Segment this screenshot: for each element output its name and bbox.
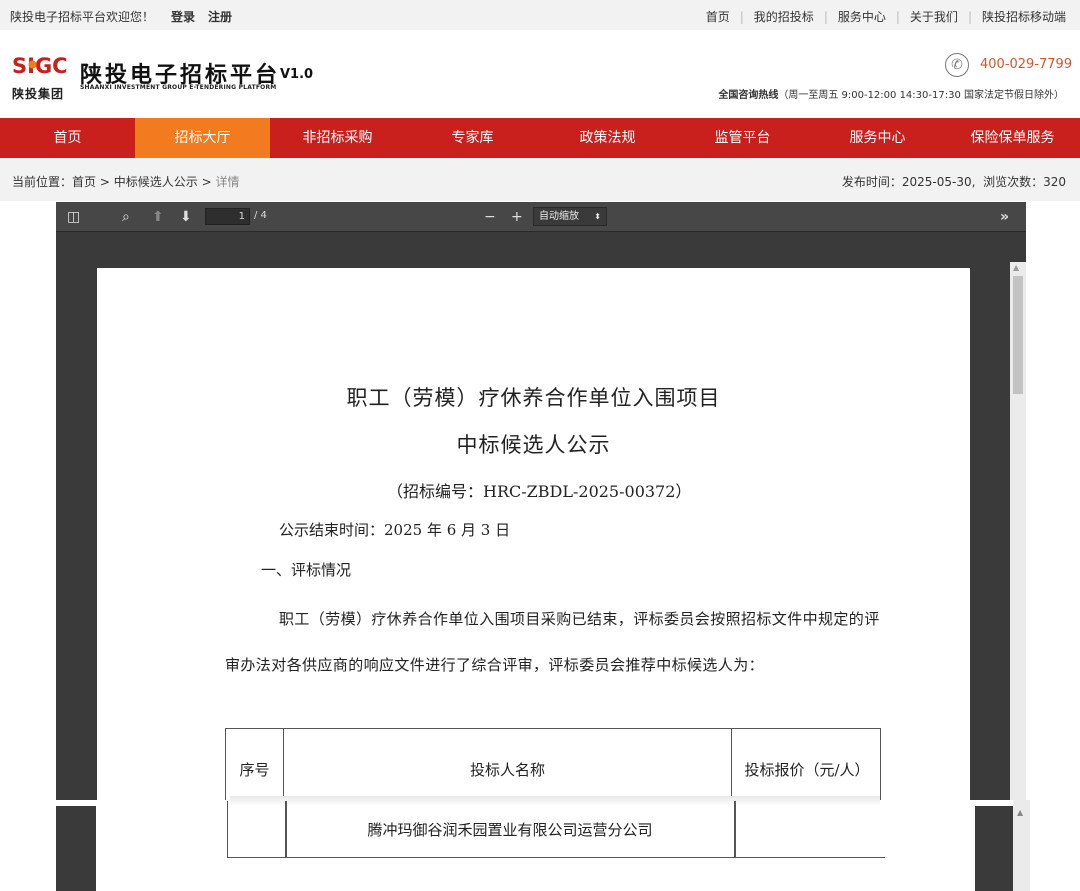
logo-dot	[28, 60, 37, 69]
publish-info: 发布时间：2025-05-30, 浏览次数：320	[842, 173, 1066, 190]
top-link-about[interactable]: 关于我们	[900, 8, 968, 25]
tools-menu-icon[interactable]: »	[1000, 208, 1009, 226]
scrollbar-thumb[interactable]	[1013, 276, 1023, 394]
top-right-links: 首页 | 我的招投标 | 服务中心 | 关于我们 | 陕投招标移动端	[696, 8, 1066, 25]
prev-page-icon[interactable]: ⬆	[152, 208, 164, 226]
breadcrumb-section[interactable]: 中标候选人公示	[114, 175, 198, 189]
top-link-home[interactable]: 首页	[696, 8, 740, 25]
next-page-icon[interactable]: ⬇	[180, 208, 192, 226]
sidebar-toggle-icon[interactable]: ◫	[67, 208, 80, 226]
tender-code: （招标编号：HRC-ZBDL-2025-00372）	[387, 482, 692, 501]
viewer-edge-right	[975, 806, 1013, 891]
top-link-my-bids[interactable]: 我的招投标	[744, 8, 824, 25]
nav-item-service[interactable]: 服务中心	[810, 118, 945, 158]
pdf-toolbar: ◫ ⌕ ⬆ ⬇ 1 / 4 − + 自动缩放 ⬍ »	[56, 202, 1026, 232]
zoom-value: 自动缩放	[539, 211, 579, 222]
nav-item-supervision[interactable]: 监管平台	[675, 118, 810, 158]
breadcrumb-sep: >	[201, 175, 212, 189]
top-utility-bar: 陕投电子招标平台欢迎您！ 登录 注册 首页 | 我的招投标 | 服务中心 | 关…	[0, 0, 1080, 30]
pdf-page: 职工（劳模）疗休养合作单位入围项目 中标候选人公示 （招标编号：HRC-ZBDL…	[97, 268, 970, 809]
welcome-text: 陕投电子招标平台欢迎您！	[10, 10, 155, 24]
hotline-hours: （周一至周五 9:00-12:00 14:30-17:30 国家法定节假日除外）	[778, 90, 1064, 101]
scroll-up-icon[interactable]: ▲	[1017, 808, 1023, 817]
platform-title-en: SHAANXI INVESTMENT GROUP E-TENDERING PLA…	[80, 84, 277, 91]
phone-icon: ✆	[945, 53, 969, 77]
top-link-mobile[interactable]: 陕投招标移动端	[972, 8, 1066, 25]
nav-item-non-bidding[interactable]: 非招标采购	[270, 118, 405, 158]
hotline-number: 400-029-7799	[980, 57, 1073, 72]
select-caret-icon: ⬍	[594, 212, 601, 221]
table-cell-index	[227, 801, 286, 858]
pdf-viewer: ◫ ⌕ ⬆ ⬇ 1 / 4 − + 自动缩放 ⬍ » 职工（劳模）疗休养合作单位入…	[56, 202, 1026, 891]
scroll-up-icon[interactable]: ▲	[1013, 263, 1019, 272]
logo-mark-text: SIGC	[12, 54, 68, 78]
section-heading: 一、评标情况	[261, 561, 352, 579]
doc-title-line1: 职工（劳模）疗休养合作单位入围项目	[346, 386, 721, 410]
logo-group-name: 陕投集团	[12, 87, 65, 101]
platform-version: V1.0	[280, 67, 314, 82]
nav-item-experts[interactable]: 专家库	[405, 118, 540, 158]
viewer-edge-left	[56, 806, 96, 891]
zoom-select[interactable]: 自动缩放 ⬍	[533, 207, 607, 226]
pdf-scrollbar[interactable]: ▲	[1010, 262, 1026, 802]
search-icon[interactable]: ⌕	[122, 208, 130, 226]
publish-time: 发布时间：2025-05-30,	[841, 175, 976, 189]
hotline-label: 全国咨询热线	[718, 90, 779, 101]
doc-title-line2: 中标候选人公示	[456, 433, 611, 457]
hotline-info: 全国咨询热线（周一至周五 9:00-12:00 14:30-17:30 国家法定…	[718, 86, 1064, 101]
view-count: 浏览次数：320	[983, 175, 1066, 189]
sigc-logo-icon[interactable]: SIGC	[12, 52, 68, 78]
notice-end-time: 公示结束时间：2025 年 6 月 3 日	[279, 521, 511, 539]
lower-scrollbar[interactable]: ▲	[1013, 800, 1030, 891]
nav-item-home[interactable]: 首页	[0, 118, 135, 158]
page-total: / 4	[254, 210, 267, 221]
zoom-out-icon[interactable]: −	[484, 208, 496, 226]
breadcrumb-home[interactable]: 首页	[72, 175, 96, 189]
main-nav: 首页 招标大厅 非招标采购 专家库 政策法规 监管平台 服务中心 保险保单服务	[0, 118, 1080, 158]
table-cell-price	[735, 801, 885, 858]
nav-item-insurance[interactable]: 保险保单服务	[945, 118, 1080, 158]
nav-item-policy[interactable]: 政策法规	[540, 118, 675, 158]
breadcrumb-sep: >	[99, 175, 110, 189]
breadcrumb-prefix: 当前位置：	[12, 175, 73, 189]
evaluation-paragraph: 职工（劳模）疗休养合作单位入围项目采购已结束，评标委员会按照招标文件中规定的评审…	[225, 610, 880, 674]
page-number-input[interactable]: 1	[205, 208, 250, 225]
site-header: SIGC 陕投集团 陕投电子招标平台 V1.0 SHAANXI INVESTME…	[0, 30, 1080, 118]
login-link[interactable]: 登录	[171, 8, 195, 25]
table-row-bidder-name: 腾冲玛御谷润禾园置业有限公司运营分公司	[367, 821, 653, 839]
zoom-in-icon[interactable]: +	[511, 208, 523, 226]
breadcrumb: 当前位置：首页 > 中标候选人公示 > 详情	[12, 173, 240, 190]
top-link-service[interactable]: 服务中心	[828, 8, 896, 25]
breadcrumb-bar: 当前位置：首页 > 中标候选人公示 > 详情 发布时间：2025-05-30, …	[0, 158, 1080, 201]
register-link[interactable]: 注册	[208, 8, 232, 25]
nav-item-bidding-hall[interactable]: 招标大厅	[135, 118, 270, 158]
breadcrumb-current: 详情	[215, 175, 240, 189]
